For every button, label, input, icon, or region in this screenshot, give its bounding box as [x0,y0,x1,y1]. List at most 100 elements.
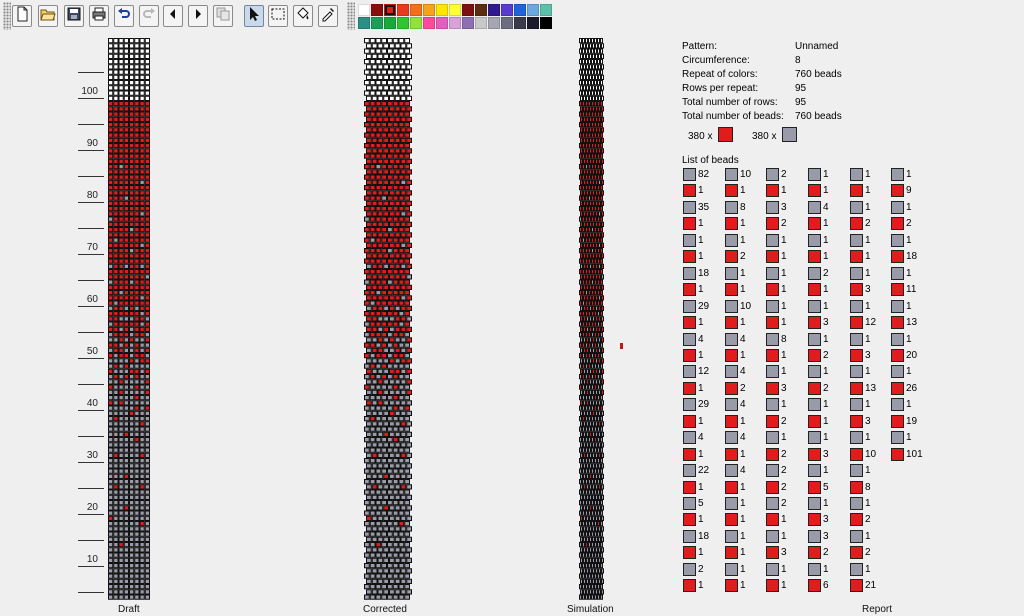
color-swatch[interactable] [527,4,539,16]
color-swatch[interactable] [462,17,474,29]
bead-swatch [683,414,696,428]
report-label[interactable]: Report [862,604,892,615]
corrected-label[interactable]: Corrected [363,604,407,615]
bead-swatch [891,283,904,297]
bead-count: 1 [823,432,829,444]
bead-swatch [850,414,863,428]
color-swatch[interactable] [423,17,435,29]
bead-swatch [850,381,863,395]
bead-count: 2 [781,218,787,230]
bead-count: 8 [740,201,746,213]
bead-count: 1 [740,185,746,197]
bead-swatch [766,266,779,280]
arrow-left-button[interactable] [163,5,183,27]
bead-count: 1 [865,465,871,477]
color-swatch[interactable] [462,4,474,16]
bead-swatch [891,200,904,214]
color-swatch[interactable] [449,17,461,29]
new-file-button[interactable] [12,5,32,27]
bead-count: 2 [865,218,871,230]
bead-swatch [850,184,863,198]
ruler-label: 70 [86,242,98,253]
bead-count: 1 [781,580,787,592]
color-swatch[interactable] [436,17,448,29]
color-swatch[interactable] [514,4,526,16]
color-swatch[interactable] [540,4,552,16]
bead-count: 20 [906,349,918,361]
color-swatch[interactable] [397,4,409,16]
color-swatch[interactable] [540,17,552,29]
save-button[interactable] [64,5,84,27]
bead-swatch [725,316,738,330]
bead-count: 3 [865,349,871,361]
bead-swatch [891,398,904,412]
draft-pattern[interactable] [108,38,150,600]
pointer-tool-button[interactable] [244,5,264,27]
simulation-pattern[interactable] [579,38,605,600]
ruler-label: 100 [81,86,98,97]
ruler-tick [78,592,104,593]
color-swatch[interactable] [527,17,539,29]
color-swatch[interactable] [384,4,396,16]
palette-grip[interactable] [347,2,355,30]
color-swatch[interactable] [488,17,500,29]
bead-count: 2 [781,465,787,477]
arrow-right-button[interactable] [188,5,208,27]
color-swatch[interactable] [436,4,448,16]
bead-swatch [683,579,696,593]
color-swatch[interactable] [475,17,487,29]
print-button[interactable] [89,5,109,27]
copy-button[interactable] [213,5,233,27]
undo-button[interactable] [114,5,134,27]
color-swatch[interactable] [514,17,526,29]
bead-swatch [725,200,738,214]
bead-swatch [725,332,738,346]
bead-count: 9 [906,185,912,197]
bead-swatch [683,266,696,280]
color-swatch[interactable] [371,17,383,29]
open-button[interactable] [38,5,58,27]
eyedropper-tool-button[interactable] [318,5,338,27]
color-swatch[interactable] [358,17,370,29]
bead-swatch [808,529,821,543]
bead-count: 1 [823,251,829,263]
color-swatch[interactable] [410,4,422,16]
bead-swatch [808,513,821,527]
bead-swatch [891,266,904,280]
toolbar-grip[interactable] [3,2,11,30]
select-tool-button[interactable] [268,5,288,27]
color-swatch[interactable] [488,4,500,16]
bead-swatch [891,233,904,247]
simulation-label[interactable]: Simulation [567,604,614,615]
color-swatch[interactable] [475,4,487,16]
bead-count: 2 [781,448,787,460]
bead-count: 13 [865,382,877,394]
bead-count: 1 [906,333,912,345]
bead-count: 3 [823,530,829,542]
color-swatch[interactable] [384,17,396,29]
color-swatch[interactable] [501,17,513,29]
color-swatch[interactable] [371,4,383,16]
fill-tool-button[interactable] [293,5,313,27]
bead-swatch [766,464,779,478]
redo-icon [141,6,157,27]
color-swatch[interactable] [501,4,513,16]
bead-count: 2 [781,415,787,427]
color-swatch[interactable] [449,4,461,16]
bead-count: 1 [865,432,871,444]
draft-label[interactable]: Draft [118,604,140,615]
bead-count: 1 [823,415,829,427]
color-swatch[interactable] [410,17,422,29]
bead-count: 2 [865,514,871,526]
color-swatch[interactable] [358,4,370,16]
bead-count: 3 [823,514,829,526]
bead-swatch [725,414,738,428]
bead-swatch [683,184,696,198]
color-swatch[interactable] [397,17,409,29]
redo-button[interactable] [139,5,159,27]
color-count-swatch [718,127,733,142]
color-swatch[interactable] [423,4,435,16]
ruler-tick [78,228,104,229]
bead-swatch [808,579,821,593]
corrected-pattern[interactable] [364,38,413,600]
